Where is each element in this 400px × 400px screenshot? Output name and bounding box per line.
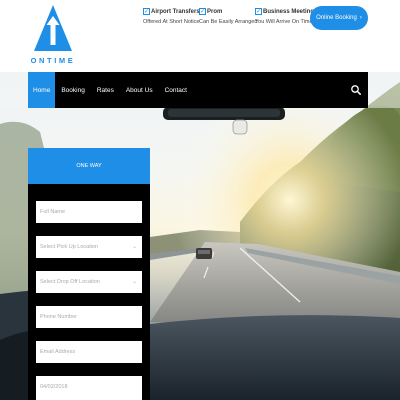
feature-subtitle: Offered At Short Notice — [143, 19, 200, 25]
dropoff-location-placeholder: Select Drop Off Location — [40, 279, 100, 285]
nav-item-about-us[interactable]: About Us — [120, 72, 159, 108]
checkbox-icon: ✓ — [255, 8, 262, 15]
online-booking-button[interactable]: Online Booking › — [310, 6, 368, 30]
logo-text: ONTIME — [30, 56, 76, 65]
search-icon[interactable] — [350, 84, 362, 96]
pickup-location-select[interactable]: Select Pick Up Location ⌄ — [36, 236, 142, 258]
phone-number-placeholder: Phone Number — [40, 314, 77, 320]
site-logo[interactable]: ONTIME — [28, 5, 78, 65]
email-address-placeholder: Email Address — [40, 349, 76, 355]
date-input[interactable]: 04/02/2018 — [36, 376, 142, 400]
main-nav: Home Booking Rates About Us Contact — [28, 72, 368, 108]
feature-title: Airport Transfers — [151, 9, 200, 15]
full-name-placeholder: Full Name — [40, 209, 66, 215]
chevron-right-icon: › — [359, 15, 362, 21]
booking-form: ONE WAY Full Name Select Pick Up Locatio… — [28, 148, 150, 400]
feature-title: Business Meetings — [263, 9, 318, 15]
date-value: 04/02/2018 — [40, 384, 68, 390]
phone-number-input[interactable]: Phone Number — [36, 306, 142, 328]
email-address-input[interactable]: Email Address — [36, 341, 142, 363]
feature-subtitle: Can Be Easily Arranged — [199, 19, 258, 25]
nav-item-booking[interactable]: Booking — [55, 72, 91, 108]
checkbox-icon: ✓ — [143, 8, 150, 15]
nav-item-rates[interactable]: Rates — [91, 72, 120, 108]
dropoff-location-select[interactable]: Select Drop Off Location ⌄ — [36, 271, 142, 293]
online-booking-label: Online Booking — [316, 15, 357, 21]
nav-item-contact[interactable]: Contact — [159, 72, 193, 108]
chevron-down-icon: ⌄ — [131, 279, 137, 285]
pickup-location-placeholder: Select Pick Up Location — [40, 244, 99, 250]
feature-title: Prom — [207, 9, 223, 15]
nav-item-home[interactable]: Home — [28, 72, 56, 108]
checkbox-icon: ✓ — [199, 8, 206, 15]
site-header: ONTIME ✓ Airport Transfers Offered At Sh… — [0, 0, 400, 72]
form-title: ONE WAY — [28, 148, 150, 184]
feature-subtitle: You Will Arrive On Time — [255, 19, 313, 25]
chevron-down-icon: ⌄ — [131, 244, 137, 250]
logo-arrow-icon — [34, 5, 72, 51]
full-name-input[interactable]: Full Name — [36, 201, 142, 223]
